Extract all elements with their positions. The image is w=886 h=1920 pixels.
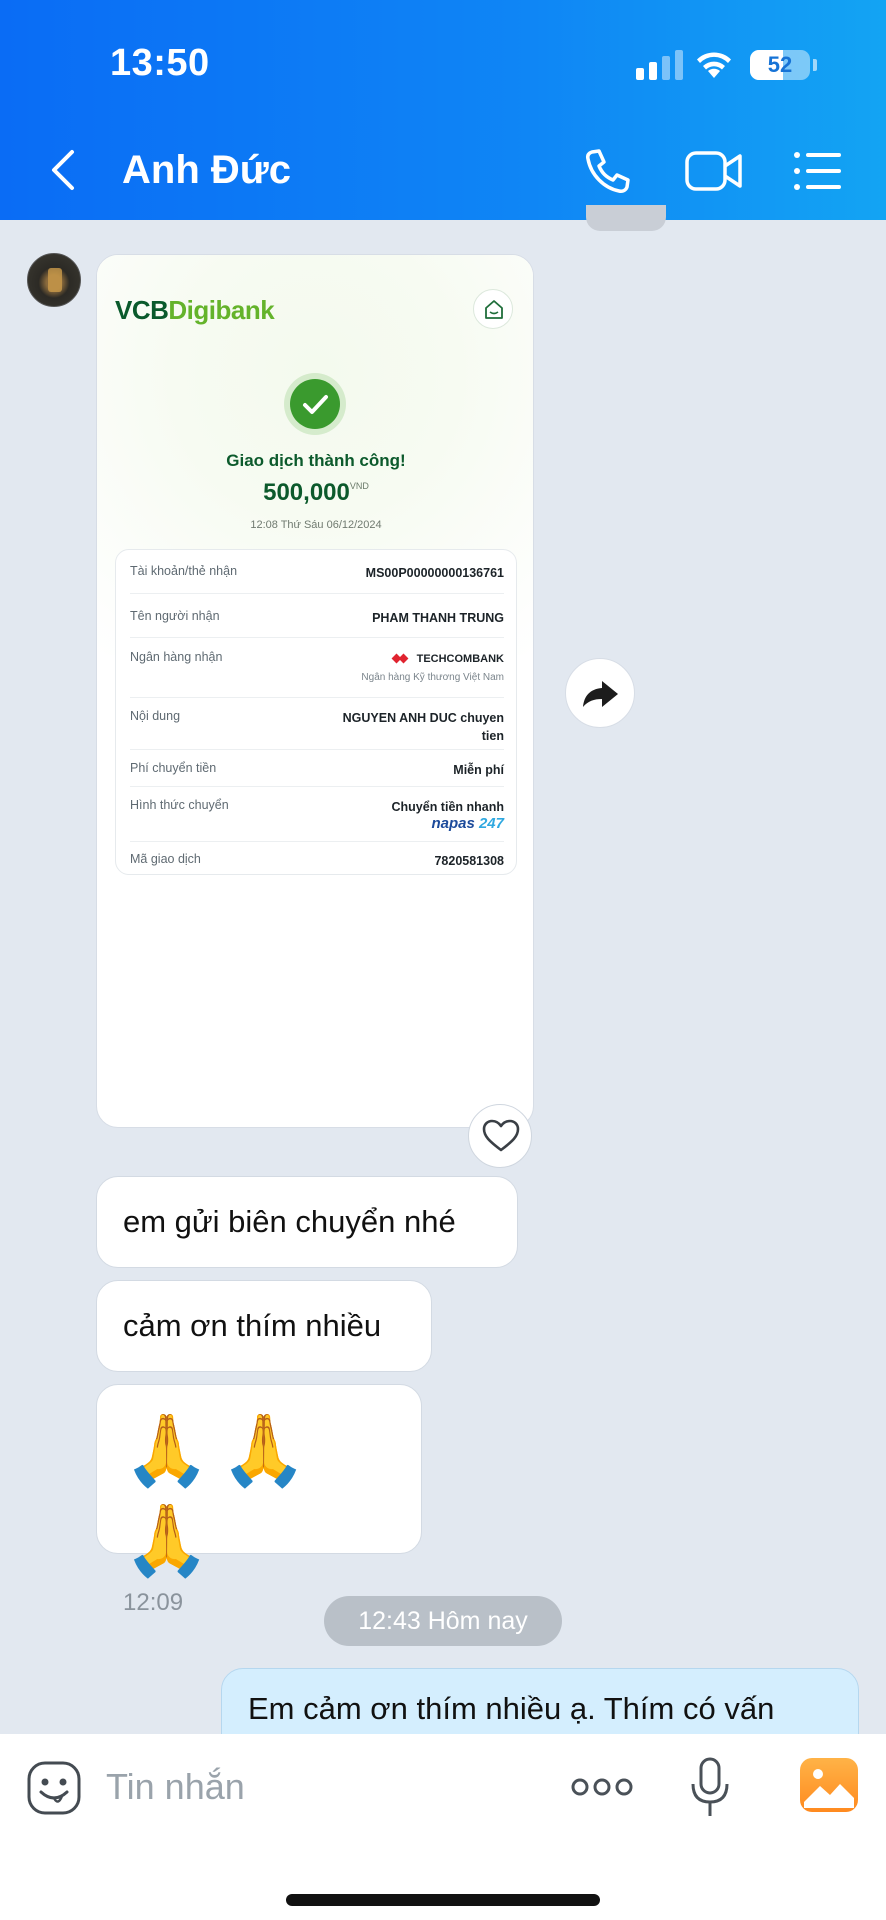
video-call-icon[interactable] [684, 148, 744, 194]
image-icon [804, 1769, 854, 1808]
currency: VND [349, 481, 369, 491]
detail-row-fee: Phí chuyển tiền Miễn phí [130, 750, 504, 787]
sticker-emoji-icon[interactable] [26, 1760, 82, 1816]
message-input[interactable] [106, 1756, 536, 1818]
more-options-icon[interactable] [570, 1770, 634, 1804]
battery-level: 52 [767, 52, 793, 77]
date-separator: 12:43 Hôm nay [324, 1596, 562, 1646]
share-arrow-icon [583, 681, 618, 707]
detail-row-bank: Ngân hàng nhận TECHCOMBANK Ngân hàng Kỹ … [130, 638, 504, 698]
receipt-image-message[interactable]: VCBDigibank Giao dịch thành công! 500,00… [96, 254, 534, 1128]
react-heart-button[interactable] [468, 1104, 532, 1168]
cellular-signal-icon [636, 50, 683, 80]
detail-row-method: Hình thức chuyển Chuyển tiền nhanh napas… [130, 787, 504, 842]
transaction-datetime: 12:08 Thứ Sáu 06/12/2024 [250, 519, 382, 531]
transaction-details: Tài khoản/thẻ nhận MS00P00000000136761 T… [115, 549, 517, 875]
wifi-icon [697, 52, 731, 78]
home-icon [473, 289, 513, 329]
back-arrow-icon[interactable] [44, 146, 84, 194]
amount: 500,000 [263, 479, 350, 506]
vcb-digibank-logo: VCBDigibank [115, 295, 275, 325]
amount-row: 500,000VND [97, 479, 533, 507]
share-forward-button[interactable] [565, 658, 635, 728]
message-bubble[interactable]: cảm ơn thím nhiều [96, 1280, 432, 1372]
success-check-icon [290, 379, 340, 429]
detail-row-account: Tài khoản/thẻ nhận MS00P00000000136761 [130, 564, 504, 594]
napas-247-logo: napas 247 [431, 815, 504, 832]
chat-header: 13:50 52 Anh Đức [0, 0, 886, 220]
contact-name[interactable]: Anh Đức [122, 148, 291, 193]
status-time: 13:50 [110, 42, 210, 84]
message-bubble[interactable]: em gửi biên chuyển nhé [96, 1176, 518, 1268]
success-title: Giao dịch thành công! [226, 451, 406, 470]
contact-avatar[interactable] [27, 253, 81, 307]
detail-row-content: Nội dung NGUYEN ANH DUC chuyen tien [130, 698, 504, 750]
battery-tip [813, 59, 817, 71]
microphone-icon[interactable] [688, 1756, 732, 1820]
previous-time-pill [586, 205, 666, 231]
battery-icon: 52 [750, 50, 810, 80]
message-composer [0, 1734, 886, 1920]
folded-hands-emoji: 🙏🙏🙏 [123, 1409, 318, 1581]
heart-icon [482, 1119, 520, 1152]
phone-call-icon[interactable] [582, 146, 632, 196]
photo-gallery-button[interactable] [800, 1758, 858, 1812]
menu-list-icon[interactable] [793, 150, 843, 192]
techcombank-logo [393, 654, 407, 664]
message-bubble[interactable]: 🙏🙏🙏 12:09 [96, 1384, 422, 1616]
detail-row-recipient: Tên người nhận PHAM THANH TRUNG [130, 601, 504, 638]
home-indicator [286, 1894, 600, 1906]
detail-row-transaction-id: Mã giao dịch 7820581308 [130, 852, 504, 868]
